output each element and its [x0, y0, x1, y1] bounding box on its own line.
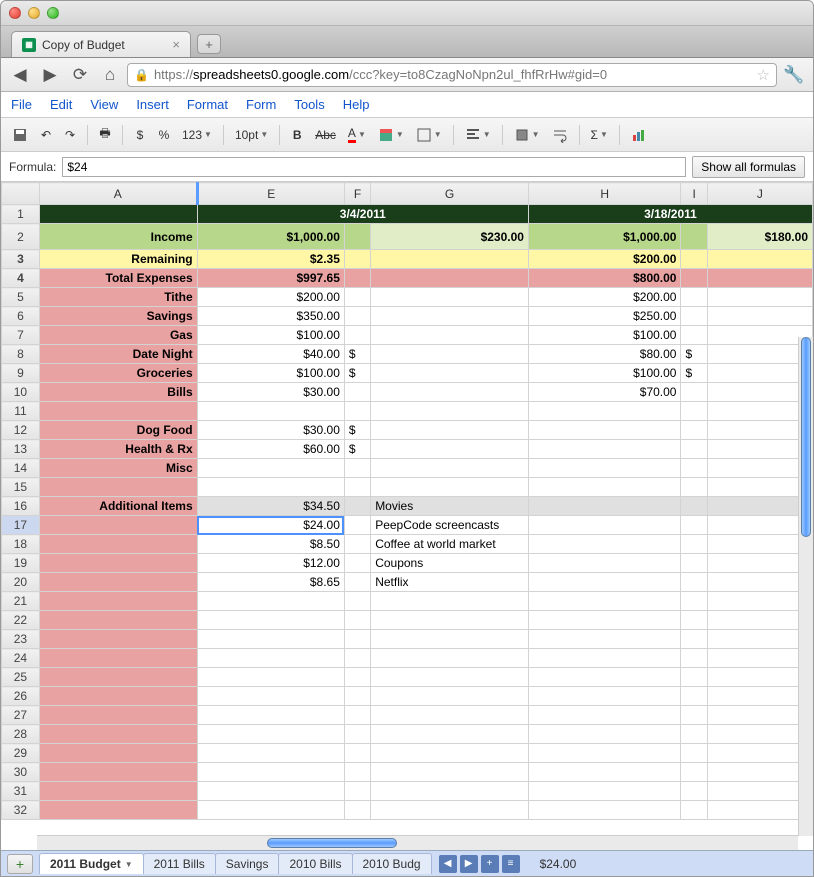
- scrollbar-vertical[interactable]: [798, 337, 813, 836]
- sheet-tab[interactable]: 2010 Bills: [278, 853, 352, 874]
- cell[interactable]: [39, 205, 197, 224]
- col-header-e[interactable]: E: [197, 183, 344, 205]
- close-tab-icon[interactable]: ×: [172, 37, 180, 52]
- menu-view[interactable]: View: [90, 97, 118, 112]
- menu-help[interactable]: Help: [343, 97, 370, 112]
- cell[interactable]: $2.35: [197, 250, 344, 269]
- col-header-f[interactable]: F: [344, 183, 370, 205]
- menu-tools[interactable]: Tools: [294, 97, 324, 112]
- zoom-window-button[interactable]: [47, 7, 59, 19]
- cell[interactable]: $800.00: [528, 269, 681, 288]
- save-button[interactable]: [7, 124, 33, 146]
- forward-button[interactable]: ▶: [37, 63, 63, 87]
- menu-format[interactable]: Format: [187, 97, 228, 112]
- spreadsheet-grid[interactable]: A E F G H I J 1 3/4/2011 3/18/2011 2 Inc…: [1, 182, 813, 820]
- app-menubar: File Edit View Insert Format Form Tools …: [1, 92, 813, 118]
- close-window-button[interactable]: [9, 7, 21, 19]
- label-income[interactable]: Income: [39, 224, 197, 250]
- align-button[interactable]: ▼: [460, 124, 496, 146]
- sheet-tab[interactable]: Savings: [215, 853, 280, 874]
- scrollbar-thumb[interactable]: [267, 838, 397, 848]
- show-all-formulas-button[interactable]: Show all formulas: [692, 156, 805, 178]
- sheets-favicon-icon: ▦: [22, 38, 36, 52]
- sheet-nav-prev[interactable]: ◀: [439, 855, 457, 873]
- selected-cell[interactable]: $24.00: [197, 516, 344, 535]
- cell[interactable]: $997.65: [197, 269, 344, 288]
- format-currency-button[interactable]: $: [129, 124, 151, 146]
- status-value: $24.00: [540, 857, 577, 871]
- lock-icon: 🔒: [134, 68, 149, 82]
- row-header[interactable]: 3: [2, 250, 40, 269]
- reload-button[interactable]: ⟳: [67, 63, 93, 87]
- bold-button[interactable]: B: [286, 124, 308, 146]
- sheet-tab-active[interactable]: 2011 Budget▼: [39, 853, 144, 874]
- more-formats-button[interactable]: 123▼: [177, 124, 217, 146]
- font-size-select[interactable]: 10pt▼: [230, 124, 273, 146]
- label-remaining[interactable]: Remaining: [39, 250, 197, 269]
- menu-form[interactable]: Form: [246, 97, 276, 112]
- date-header-right[interactable]: 3/18/2011: [528, 205, 812, 224]
- row-header[interactable]: 1: [2, 205, 40, 224]
- row-header[interactable]: 4: [2, 269, 40, 288]
- sheet-nav-next[interactable]: ▶: [460, 855, 478, 873]
- cell[interactable]: $1,000.00: [528, 224, 681, 250]
- cell[interactable]: $230.00: [371, 224, 529, 250]
- print-button[interactable]: 🖶: [94, 124, 116, 146]
- bookmark-star-icon[interactable]: ☆: [757, 66, 770, 84]
- label-total-expenses[interactable]: Total Expenses: [39, 269, 197, 288]
- back-button[interactable]: ◀: [7, 63, 33, 87]
- browser-tab-active[interactable]: ▦ Copy of Budget ×: [11, 31, 191, 57]
- sheet-tab[interactable]: 2010 Budg: [352, 853, 432, 874]
- app-toolbar: ↶ ↷ 🖶 $ % 123▼ 10pt▼ B Abc A▼ ▼ ▼ ▼ ▼ Σ▼: [1, 118, 813, 152]
- wrench-menu-icon[interactable]: 🔧: [781, 63, 807, 87]
- col-header-j[interactable]: J: [707, 183, 812, 205]
- browser-navbar: ◀ ▶ ⟳ ⌂ 🔒 https://spreadsheets0.google.c…: [1, 58, 813, 92]
- select-all-corner[interactable]: [2, 183, 40, 205]
- col-header-i[interactable]: I: [681, 183, 707, 205]
- functions-button[interactable]: Σ▼: [586, 124, 613, 146]
- date-header-left[interactable]: 3/4/2011: [197, 205, 528, 224]
- strikethrough-button[interactable]: Abc: [310, 124, 341, 146]
- sheet-nav-list[interactable]: ≡: [502, 855, 520, 873]
- minimize-window-button[interactable]: [28, 7, 40, 19]
- fill-color-button[interactable]: ▼: [373, 124, 409, 146]
- scrollbar-horizontal[interactable]: [37, 835, 798, 850]
- scrollbar-thumb[interactable]: [801, 337, 811, 537]
- insert-button[interactable]: ▼: [509, 124, 545, 146]
- cell[interactable]: $200.00: [528, 250, 681, 269]
- borders-button[interactable]: ▼: [411, 124, 447, 146]
- cell[interactable]: $180.00: [707, 224, 812, 250]
- formula-input[interactable]: [62, 157, 686, 177]
- home-button[interactable]: ⌂: [97, 63, 123, 87]
- sheet-tab-bar: + 2011 Budget▼ 2011 Bills Savings 2010 B…: [1, 850, 813, 876]
- browser-tabstrip: ▦ Copy of Budget × +: [1, 26, 813, 58]
- formula-bar: Formula: Show all formulas: [1, 152, 813, 182]
- col-header-a[interactable]: A: [39, 183, 197, 205]
- format-percent-button[interactable]: %: [153, 124, 175, 146]
- chart-button[interactable]: [626, 124, 652, 146]
- spreadsheet-area: A E F G H I J 1 3/4/2011 3/18/2011 2 Inc…: [1, 182, 813, 876]
- new-tab-button[interactable]: +: [197, 34, 221, 54]
- redo-button[interactable]: ↷: [59, 124, 81, 146]
- formula-label: Formula:: [9, 160, 56, 174]
- url-text: https://spreadsheets0.google.com/ccc?key…: [154, 67, 752, 82]
- menu-edit[interactable]: Edit: [50, 97, 72, 112]
- row-header[interactable]: 2: [2, 224, 40, 250]
- col-header-g[interactable]: G: [371, 183, 529, 205]
- tab-title: Copy of Budget: [42, 38, 125, 52]
- add-sheet-button[interactable]: +: [7, 854, 33, 874]
- text-color-button[interactable]: A▼: [343, 124, 371, 146]
- mac-titlebar: [1, 1, 813, 26]
- col-header-h[interactable]: H: [528, 183, 681, 205]
- undo-button[interactable]: ↶: [35, 124, 57, 146]
- menu-insert[interactable]: Insert: [136, 97, 169, 112]
- cell[interactable]: $1,000.00: [197, 224, 344, 250]
- url-bar[interactable]: 🔒 https://spreadsheets0.google.com/ccc?k…: [127, 63, 777, 87]
- sheet-nav-add[interactable]: +: [481, 855, 499, 873]
- wrap-text-button[interactable]: [547, 124, 573, 146]
- menu-file[interactable]: File: [11, 97, 32, 112]
- sheet-tab[interactable]: 2011 Bills: [143, 853, 216, 874]
